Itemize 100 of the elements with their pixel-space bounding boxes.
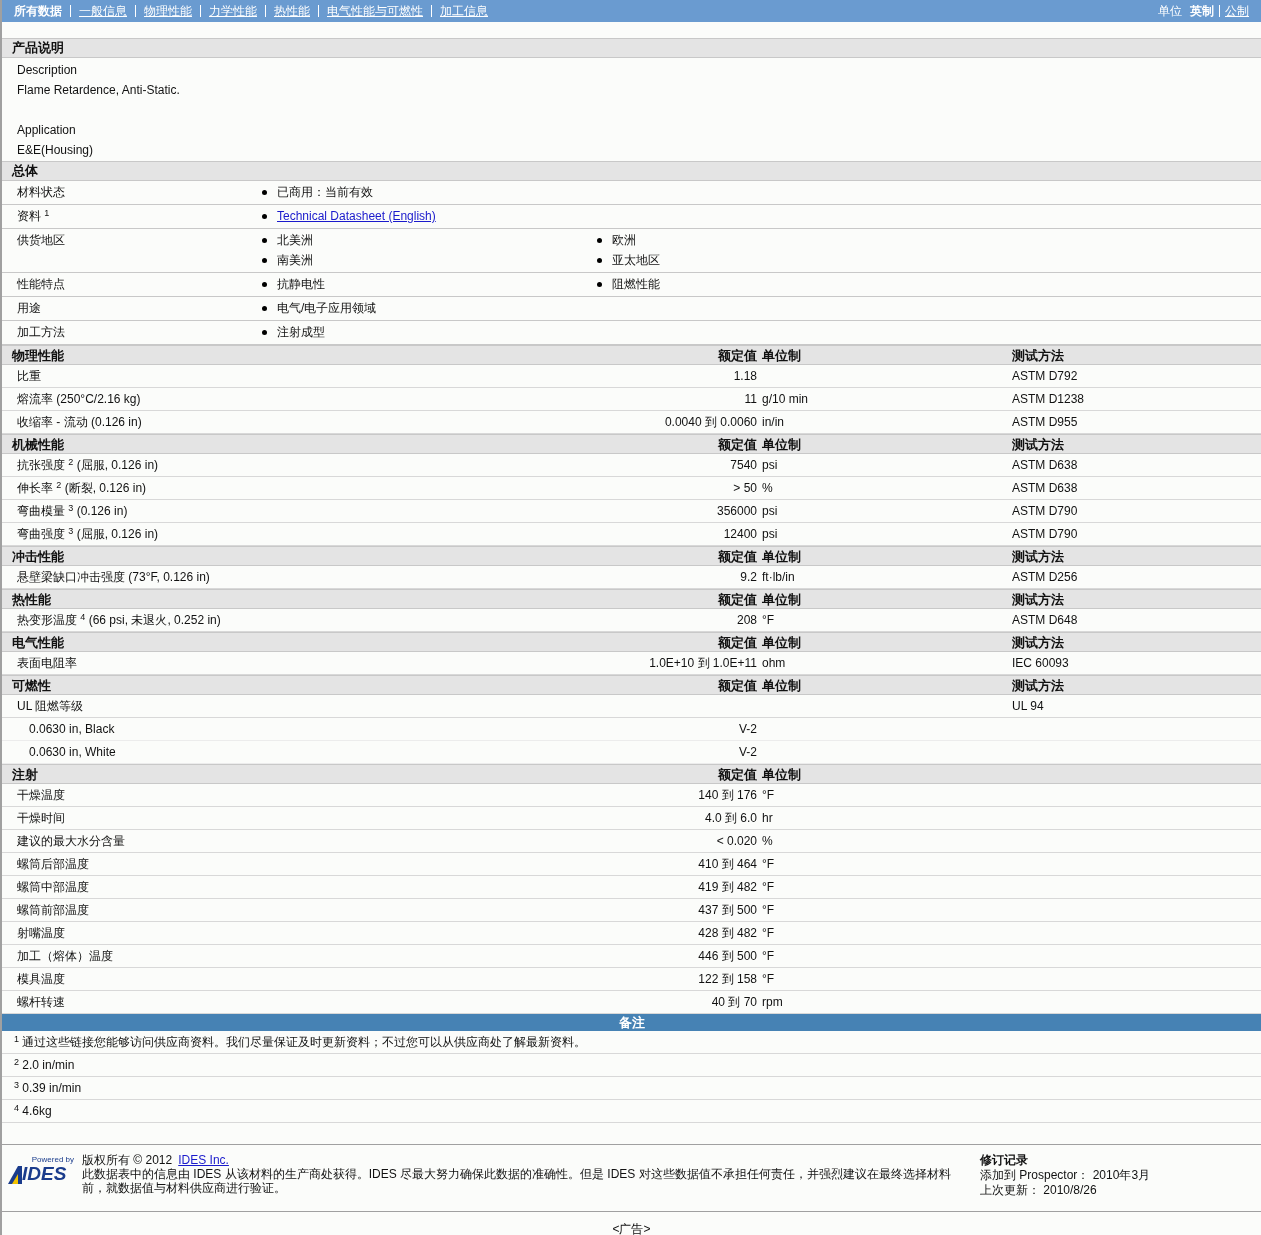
nav-link[interactable]: 热性能 xyxy=(274,2,310,20)
note-text: $^{3}$ 0.39 in/min xyxy=(14,1079,82,1097)
description-text: E&E(Housing) xyxy=(17,142,95,159)
general-value: 欧洲 xyxy=(612,232,636,249)
note-text: $^{4}$ 4.6kg xyxy=(14,1102,52,1120)
property-label: 表面电阻率 xyxy=(16,655,78,672)
test-method: ASTM D638 xyxy=(1012,458,1078,472)
datasheet-link[interactable]: Technical Datasheet (English) xyxy=(277,208,436,225)
general-label: 用途 xyxy=(16,300,42,317)
property-value: 410 到 464 xyxy=(698,857,757,871)
nav-link[interactable]: 所有数据 xyxy=(14,2,62,20)
property-label: 0.0630 in, White xyxy=(28,744,117,761)
property-label: 伸长率 $^{2}$ (断裂, 0.126 in) xyxy=(16,479,148,497)
section-title: 产品说明 xyxy=(11,39,64,58)
property-unit: °F xyxy=(762,903,775,917)
property-value: 9.2 xyxy=(740,570,757,584)
property-label: 热变形温度 $^{4}$ (66 psi, 未退火, 0.252 in) xyxy=(16,611,222,629)
nav-link[interactable]: 加工信息 xyxy=(440,2,488,20)
property-unit: psi xyxy=(762,504,778,518)
column-header: 额定值 xyxy=(718,766,758,784)
section-title: 可燃性 xyxy=(11,677,52,695)
property-value: 208 xyxy=(736,613,757,627)
property-unit: °F xyxy=(762,857,775,871)
general-label: 性能特点 xyxy=(16,276,66,293)
revision-text: 上次更新： 2010/8/26 xyxy=(980,1183,1098,1198)
property-unit: % xyxy=(762,481,773,495)
property-label: 螺筒前部温度 xyxy=(16,902,90,919)
column-header: 额定值 xyxy=(718,634,758,652)
property-value: < 0.020 xyxy=(716,834,757,848)
bullet-icon xyxy=(262,214,267,219)
section-title: 电气性能 xyxy=(11,634,65,652)
nav-link[interactable]: 物理性能 xyxy=(144,2,192,20)
description-text: Description xyxy=(17,62,79,79)
property-label: 收缩率 - 流动 (0.126 in) xyxy=(16,414,143,431)
ides-logo: Powered by IDES xyxy=(8,1155,74,1211)
property-unit: % xyxy=(762,834,773,848)
property-label: 弯曲模量 $^{3}$ (0.126 in) xyxy=(16,502,129,520)
property-unit: °F xyxy=(762,949,775,963)
property-label: 螺筒中部温度 xyxy=(16,879,90,896)
test-method: ASTM D256 xyxy=(1012,570,1078,584)
property-value: 437 到 500 xyxy=(698,903,757,917)
property-label: 熔流率 (250°C/2.16 kg) xyxy=(16,391,142,408)
ides-link[interactable]: IDES Inc. xyxy=(178,1153,229,1167)
section-title: 热性能 xyxy=(11,591,52,609)
column-header: 额定值 xyxy=(718,591,758,609)
property-value: 11 xyxy=(744,392,757,406)
bullet-icon xyxy=(597,238,602,243)
test-method: ASTM D790 xyxy=(1012,527,1078,541)
copyright-text: 版权所有 © 2012 xyxy=(82,1153,173,1167)
property-value: 1.18 xyxy=(733,369,757,383)
general-value: 已商用：当前有效 xyxy=(277,184,373,201)
bullet-icon xyxy=(262,282,267,287)
nav-link[interactable]: 力学性能 xyxy=(209,2,257,20)
notes-title: 备注 xyxy=(618,1013,645,1032)
property-value: 446 到 500 xyxy=(698,949,757,963)
nav-link[interactable]: 一般信息 xyxy=(79,2,127,20)
general-label: 供货地区 xyxy=(16,232,66,249)
property-label: 螺筒后部温度 xyxy=(16,856,90,873)
property-label: 加工（熔体）温度 xyxy=(16,948,114,965)
column-header: 额定值 xyxy=(718,347,758,365)
property-label: 弯曲强度 $^{3}$ (屈服, 0.126 in) xyxy=(16,525,160,543)
section-title: 物理性能 xyxy=(11,347,65,365)
property-label: 螺杆转速 xyxy=(16,994,66,1011)
general-value: 南美洲 xyxy=(277,252,313,269)
section-title: 机械性能 xyxy=(10,436,65,454)
property-unit: psi xyxy=(762,527,778,541)
property-unit: g/10 min xyxy=(762,392,809,406)
column-header: 测试方法 xyxy=(1012,548,1065,566)
general-label: 材料状态 xyxy=(16,184,66,201)
property-value: 7540 xyxy=(730,458,757,472)
column-header: 测试方法 xyxy=(1012,634,1065,652)
property-value: V-2 xyxy=(739,745,757,759)
property-label: 比重 xyxy=(16,368,42,385)
property-unit: °F xyxy=(762,788,775,802)
column-header: 单位制 xyxy=(762,548,802,566)
section-title: 总体 xyxy=(10,162,38,181)
bullet-icon xyxy=(262,238,267,243)
property-unit: °F xyxy=(762,926,775,940)
bullet-icon xyxy=(262,190,267,195)
column-header: 测试方法 xyxy=(1012,436,1065,454)
bullet-icon xyxy=(597,282,602,287)
property-value: 1.0E+10 到 1.0E+11 xyxy=(649,656,757,670)
revision-title: 修订记录 xyxy=(980,1153,1029,1168)
section-title: 冲击性能 xyxy=(11,548,65,566)
column-header: 额定值 xyxy=(718,436,758,454)
disclaimer-text: 此数据表中的信息由 IDES 从该材料的生产商处获得。IDES 尽最大努力确保此数据的准确性。但是 IDES 对这些数据值不承担任何责任，并强烈建议在最终选择材料前，就数据值与材料供应商进行验证。 xyxy=(82,1167,952,1195)
test-method: ASTM D648 xyxy=(1012,613,1078,627)
column-header: 单位制 xyxy=(762,634,802,652)
test-method: IEC 60093 xyxy=(1012,656,1069,670)
section-title: 注射 xyxy=(11,766,39,784)
bullet-icon xyxy=(262,258,267,263)
ad-label: <广告> xyxy=(612,1221,651,1235)
unit-link[interactable]: 英制 xyxy=(1190,2,1214,20)
bullet-icon xyxy=(262,330,267,335)
property-label: 干燥温度 xyxy=(16,787,66,804)
general-value: 注射成型 xyxy=(277,324,325,341)
general-label: 加工方法 xyxy=(16,324,66,341)
nav-link[interactable]: 电气性能与可燃性 xyxy=(327,2,423,20)
unit-link[interactable]: 公制 xyxy=(1225,2,1249,20)
logo-mark-icon xyxy=(8,1166,22,1184)
